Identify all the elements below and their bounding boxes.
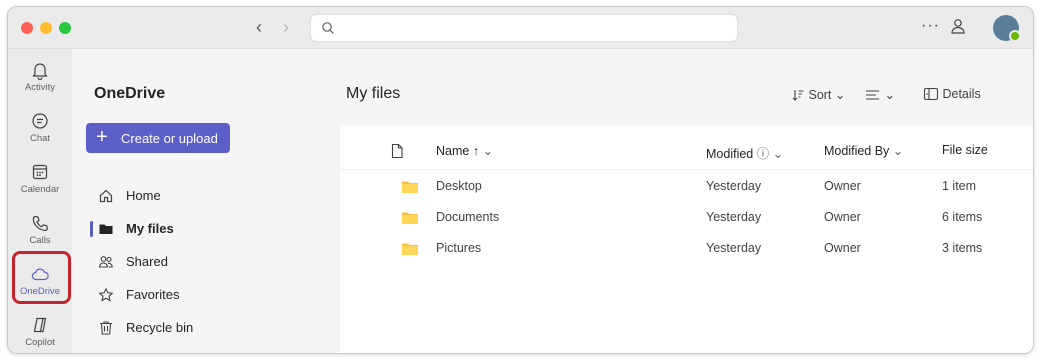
sort-icon [792, 90, 804, 101]
nav-item-my-files[interactable]: My files [86, 214, 286, 242]
modified-date: Yesterday [706, 210, 762, 224]
left-pane: OneDrive + Create or upload Home My file… [72, 49, 330, 353]
view-options-button[interactable]: ⌄ [865, 87, 895, 102]
forward-arrow-icon[interactable]: › [283, 16, 289, 38]
pane-title: OneDrive [94, 85, 166, 102]
chevron-down-icon: ⌄ [834, 88, 846, 102]
create-or-upload-button[interactable]: + Create or upload [86, 123, 230, 153]
app-rail: Activity Chat Calendar Calls OneDrive Co… [8, 49, 72, 353]
minimize-window-button[interactable] [40, 22, 52, 34]
nav-item-favorites[interactable]: Favorites [86, 280, 286, 308]
file-size: 1 item [942, 179, 977, 193]
folder-icon [402, 243, 418, 255]
file-type-column-header[interactable] [390, 143, 404, 162]
rail-label: Activity [24, 82, 56, 93]
modified-header-label: Modified [706, 147, 754, 161]
modified-by: Owner [824, 241, 861, 255]
nav-label: My files [126, 221, 174, 236]
table-row[interactable]: Desktop Yesterday Owner 1 item [340, 172, 1033, 202]
file-name[interactable]: Pictures [436, 241, 481, 255]
nav-item-home[interactable]: Home [86, 181, 286, 209]
rail-item-chat[interactable]: Chat [12, 104, 68, 154]
search-input[interactable] [310, 14, 738, 42]
name-column-header[interactable]: Name ↑ ⌄ [436, 143, 493, 158]
file-list: Name ↑ ⌄ Modified ⓘ ⌄ Modified By ⌄ File… [340, 125, 1033, 353]
nav-label: Home [126, 188, 161, 203]
nav-label: Recycle bin [126, 320, 194, 335]
name-header-label: Name ↑ [436, 144, 480, 158]
main-content: My files Sort ⌄ ⌄ Details Name ↑ ⌄ Modif… [330, 49, 1033, 353]
list-view-icon [866, 90, 879, 100]
more-options-icon[interactable]: ··· [921, 17, 940, 35]
home-icon [99, 189, 113, 203]
trash-icon [100, 321, 112, 335]
info-icon: ⓘ [756, 147, 770, 161]
details-button[interactable]: Details [923, 87, 981, 101]
file-name[interactable]: Documents [436, 210, 499, 224]
details-label: Details [942, 87, 981, 101]
folder-icon [402, 212, 418, 224]
sort-button[interactable]: Sort ⌄ [791, 87, 845, 102]
create-button-label: Create or upload [121, 131, 218, 146]
nav-label: Shared [126, 254, 168, 269]
plus-icon: + [96, 126, 108, 148]
chevron-down-icon: ⌄ [772, 147, 784, 161]
file-size-column-header[interactable]: File size [942, 143, 988, 157]
rail-item-activity[interactable]: Activity [12, 53, 68, 103]
people-icon[interactable] [949, 17, 967, 40]
chevron-down-icon: ⌄ [482, 144, 494, 158]
presence-status-icon [1009, 30, 1021, 42]
rail-item-calendar[interactable]: Calendar [12, 155, 68, 205]
chevron-down-icon: ⌄ [884, 88, 895, 102]
modified-by-header-label: Modified By [824, 144, 890, 158]
search-icon [322, 22, 334, 34]
modified-by: Owner [824, 210, 861, 224]
highlight-box [12, 251, 71, 304]
header-divider [340, 169, 1033, 170]
file-size-header-label: File size [942, 143, 988, 157]
rail-label: Calendar [20, 184, 60, 195]
close-window-button[interactable] [21, 22, 33, 34]
nav-label: Favorites [126, 287, 180, 302]
title-bar: ‹ › ··· [8, 7, 1033, 49]
page-title: My files [346, 85, 401, 102]
nav-item-recycle-bin[interactable]: Recycle bin [86, 313, 286, 341]
people-icon [98, 256, 113, 268]
rail-label: Calls [29, 235, 51, 246]
chevron-down-icon: ⌄ [892, 144, 904, 158]
file-name[interactable]: Desktop [436, 179, 482, 193]
nav-item-shared[interactable]: Shared [86, 247, 286, 275]
folder-icon [402, 181, 418, 193]
modified-date: Yesterday [706, 241, 762, 255]
back-arrow-icon[interactable]: ‹ [256, 16, 262, 38]
active-indicator [90, 221, 93, 237]
modified-by: Owner [824, 179, 861, 193]
calendar-icon [32, 164, 48, 180]
file-size: 6 items [942, 210, 983, 224]
rail-item-calls[interactable]: Calls [12, 206, 68, 256]
modified-by-column-header[interactable]: Modified By ⌄ [824, 143, 903, 158]
folder-icon [99, 224, 113, 234]
rail-label: Chat [29, 133, 51, 144]
table-row[interactable]: Pictures Yesterday Owner 3 items [340, 234, 1033, 264]
details-pane-icon [923, 87, 939, 101]
modified-column-header[interactable]: Modified ⓘ ⌄ [706, 143, 783, 162]
file-icon [391, 143, 403, 159]
copilot-icon [33, 317, 47, 333]
sort-label: Sort [808, 88, 832, 102]
bell-icon [32, 63, 48, 80]
table-row[interactable]: Documents Yesterday Owner 6 items [340, 203, 1033, 233]
phone-icon [32, 215, 48, 232]
chat-icon [32, 113, 48, 129]
maximize-window-button[interactable] [59, 22, 71, 34]
rail-label: Copilot [25, 337, 55, 348]
rail-item-copilot[interactable]: Copilot [12, 308, 68, 353]
file-size: 3 items [942, 241, 983, 255]
star-icon [98, 287, 114, 302]
teams-window: ‹ › ··· Activity Chat Calendar Calls One… [7, 6, 1034, 354]
modified-date: Yesterday [706, 179, 762, 193]
